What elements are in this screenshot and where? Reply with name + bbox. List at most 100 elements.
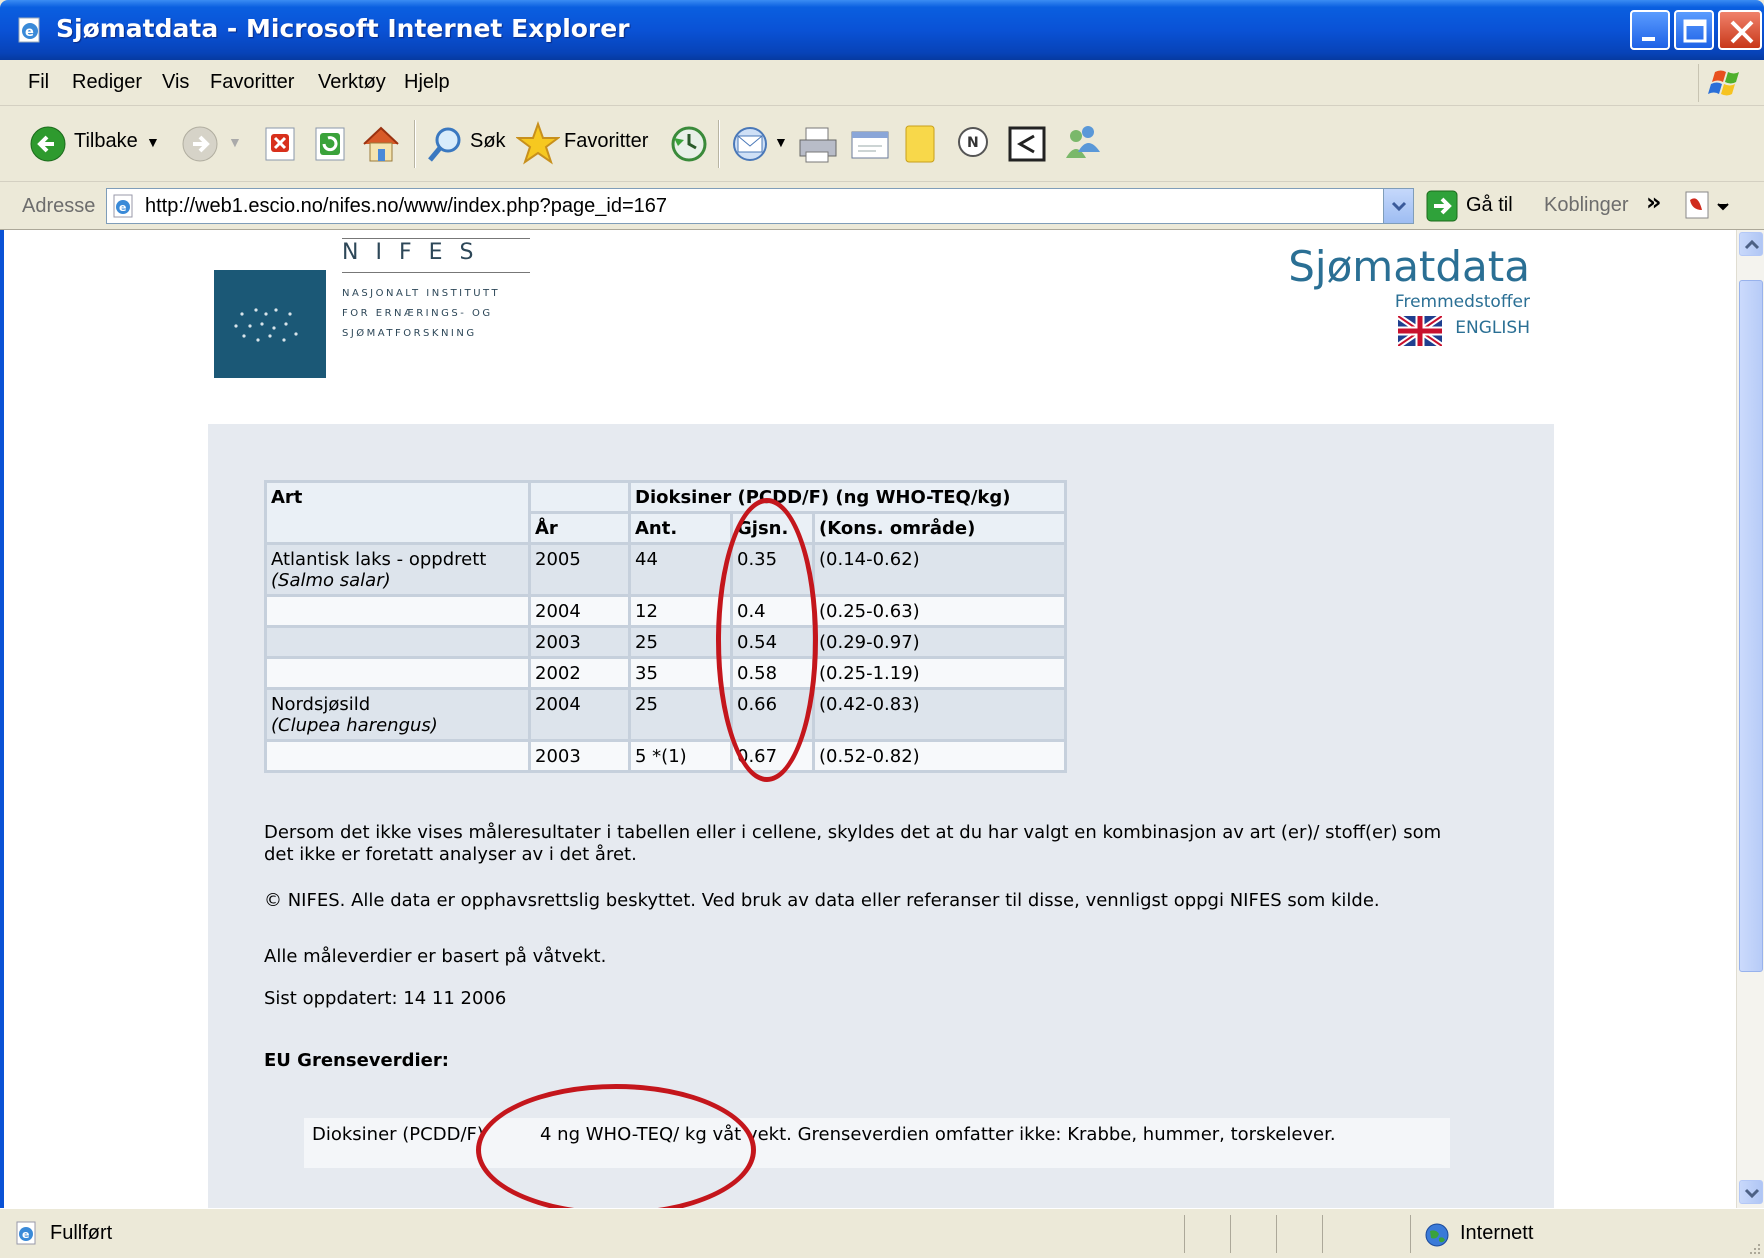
contacts-icon[interactable] — [1060, 118, 1104, 170]
mean-cell: 0.58 — [730, 656, 815, 690]
year-cell: 2003 — [528, 739, 631, 773]
back-dropdown-icon[interactable]: ▼ — [146, 134, 160, 150]
address-input[interactable]: e http://web1.escio.no/nifes.no/www/inde… — [106, 188, 1414, 224]
back-arrow-icon[interactable] — [28, 118, 68, 170]
window-title-bar[interactable]: e Sjømatdata - Microsoft Internet Explor… — [0, 0, 1764, 60]
scrollbar-thumb[interactable] — [1739, 280, 1763, 972]
address-url: http://web1.escio.no/nifes.no/www/index.… — [145, 195, 668, 217]
pdf-tool-icon[interactable] — [1682, 190, 1732, 222]
vertical-scrollbar[interactable] — [1736, 230, 1764, 1208]
close-button[interactable] — [1718, 10, 1762, 50]
count-cell: 44 — [628, 542, 733, 597]
security-zone: Internett — [1460, 1222, 1534, 1244]
page-icon: e — [113, 194, 133, 218]
species-cell — [264, 739, 531, 773]
maximize-button[interactable] — [1674, 10, 1714, 50]
content-panel: Art Dioksiner (PCDD/F) (ng WHO-TEQ/kg) Å… — [208, 424, 1554, 1208]
mail-dropdown-icon[interactable]: ▼ — [774, 134, 788, 150]
print-icon[interactable] — [796, 118, 840, 170]
toolbar-separator — [414, 120, 416, 168]
discuss-icon[interactable] — [900, 118, 940, 170]
links-more-icon[interactable]: » — [1646, 188, 1662, 216]
table-row: 2003 25 0.54 (0.29-0.97) — [264, 625, 1067, 659]
scroll-up-icon[interactable] — [1739, 232, 1763, 256]
menu-bar: Fil Rediger Vis Favoritter Verktøy Hjelp — [0, 60, 1764, 106]
toolbar-separator — [718, 120, 720, 168]
internet-globe-icon — [1425, 1223, 1449, 1247]
range-cell: (0.25-1.19) — [812, 656, 1067, 690]
address-dropdown-icon[interactable] — [1383, 189, 1413, 223]
count-cell: 25 — [628, 625, 733, 659]
range-cell: (0.25-0.63) — [812, 594, 1067, 628]
menu-view[interactable]: Vis — [162, 71, 189, 94]
logo-dots-icon — [234, 308, 298, 342]
messenger-icon[interactable]: N — [952, 118, 994, 170]
status-divider — [1322, 1215, 1323, 1253]
home-icon[interactable] — [360, 118, 402, 170]
species-cell: Nordsjøsild (Clupea harengus) — [264, 687, 531, 742]
status-divider — [1276, 1215, 1277, 1253]
history-icon[interactable] — [668, 118, 710, 170]
resize-grip-icon[interactable] — [1746, 1240, 1762, 1256]
logo-rule-top — [342, 238, 530, 239]
window-title: Sjømatdata - Microsoft Internet Explorer — [56, 14, 630, 43]
menu-edit[interactable]: Rediger — [72, 71, 142, 94]
count-cell: 5 *(1) — [628, 739, 733, 773]
back-button[interactable]: Tilbake — [74, 130, 138, 153]
ie-page-icon: e — [18, 17, 40, 43]
mail-icon[interactable] — [730, 118, 774, 170]
windows-logo-icon — [1698, 64, 1754, 102]
search-button[interactable]: Søk — [470, 130, 506, 153]
eu-limits-title: EU Grenseverdier: — [264, 1050, 449, 1071]
header-count: Ant. — [628, 511, 733, 545]
header-mean: Gjsn. — [730, 511, 815, 545]
nifes-logo[interactable] — [214, 270, 326, 378]
uk-flag-icon[interactable] — [1398, 316, 1442, 346]
wet-weight-note: Alle måleverdier er basert på våtvekt. — [264, 946, 607, 967]
header-year: År — [528, 511, 631, 545]
svg-text:e: e — [25, 25, 34, 40]
go-arrow-icon — [1426, 190, 1458, 222]
address-label: Adresse — [22, 195, 96, 217]
menu-file[interactable]: Fil — [28, 71, 49, 94]
page-content[interactable]: NIFES NASJONALT INSTITUTT FOR ERNÆRINGS-… — [0, 230, 1736, 1208]
range-cell: (0.52-0.82) — [812, 739, 1067, 773]
year-cell: 2005 — [528, 542, 631, 597]
close-icon — [1730, 20, 1754, 44]
research-icon[interactable] — [1006, 118, 1048, 170]
forward-dropdown-icon[interactable]: ▼ — [228, 134, 242, 150]
year-cell: 2003 — [528, 625, 631, 659]
stop-icon[interactable] — [262, 118, 298, 170]
refresh-icon[interactable] — [312, 118, 348, 170]
header-blank — [528, 480, 631, 514]
english-link[interactable]: ENGLISH — [1455, 318, 1530, 338]
mean-cell: 0.54 — [730, 625, 815, 659]
mean-cell: 0.66 — [730, 687, 815, 742]
scroll-down-icon[interactable] — [1739, 1180, 1763, 1204]
menu-favorites[interactable]: Favoritter — [210, 71, 294, 94]
favorites-button[interactable]: Favoritter — [564, 130, 648, 153]
range-cell: (0.42-0.83) — [812, 687, 1067, 742]
edit-icon[interactable] — [848, 118, 892, 170]
forward-arrow-icon[interactable] — [180, 118, 220, 170]
header-range: (Kons. område) — [812, 511, 1067, 545]
favorites-star-icon[interactable] — [516, 118, 560, 170]
go-label: Gå til — [1466, 194, 1513, 216]
menu-tools[interactable]: Verktøy — [318, 71, 386, 94]
logo-line-1: NASJONALT INSTITUTT — [342, 288, 501, 299]
logo-line-3: SJØMATFORSKNING — [342, 328, 477, 339]
table-row: Nordsjøsild (Clupea harengus) 2004 25 0.6… — [264, 687, 1067, 742]
menu-help[interactable]: Hjelp — [404, 71, 450, 94]
status-divider — [1230, 1215, 1231, 1253]
logo-rule — [342, 272, 530, 273]
search-icon[interactable] — [424, 118, 466, 170]
logo-line-2: FOR ERNÆRINGS- OG — [342, 308, 493, 319]
status-divider — [1184, 1215, 1185, 1253]
svg-text:e: e — [119, 201, 126, 214]
logo-letters: NIFES — [342, 240, 491, 265]
site-title: Sjømatdata — [1288, 242, 1530, 291]
minimize-button[interactable] — [1630, 10, 1670, 50]
links-toolbar-label[interactable]: Koblinger — [1544, 194, 1629, 217]
species-name: Atlantisk laks - oppdrett — [271, 549, 487, 570]
copyright-note: © NIFES. Alle data er opphavsrettslig be… — [264, 890, 1380, 911]
